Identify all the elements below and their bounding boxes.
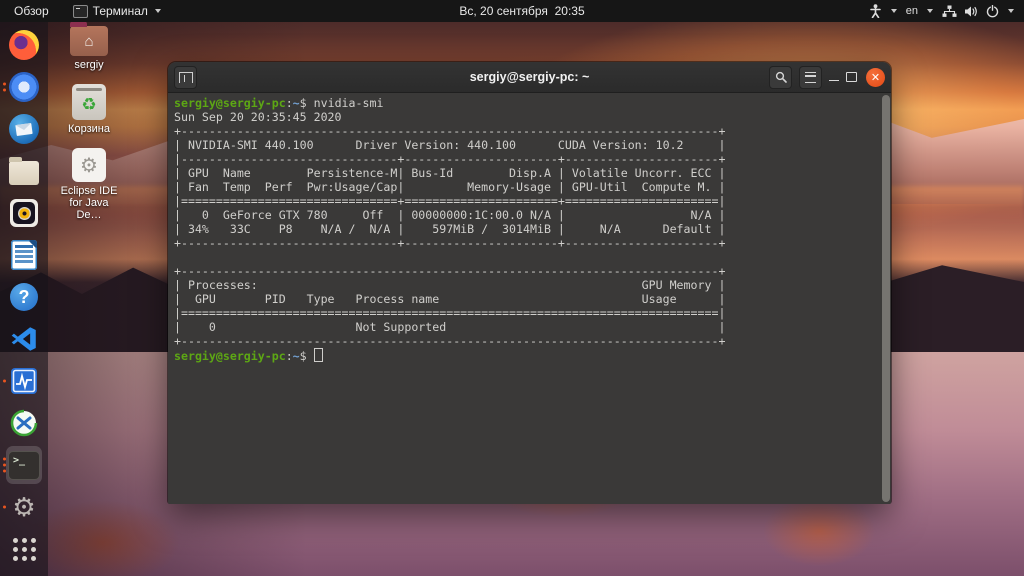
system-status-menu[interactable] (942, 5, 1014, 18)
close-icon: ✕ (871, 71, 880, 84)
network-icon (942, 5, 957, 18)
vscode-icon (10, 325, 38, 353)
monitor-wave-icon (10, 367, 38, 395)
close-button[interactable]: ✕ (866, 68, 885, 87)
running-indicator (3, 83, 6, 92)
home-folder-icon (70, 26, 108, 56)
dock-item-chromium[interactable] (2, 66, 46, 108)
terminal-mini-icon (73, 5, 88, 18)
language-menu[interactable]: en (906, 5, 933, 17)
terminal-output: sergiy@sergiy-pc:~$ nvidia-smi Sun Sep 2… (168, 93, 891, 363)
terminal-body[interactable]: sergiy@sergiy-pc:~$ nvidia-smi Sun Sep 2… (168, 93, 891, 504)
dock-item-help[interactable]: ? (2, 276, 46, 318)
app-menu-label: Терминал (93, 4, 148, 18)
dock-item-rhythmbox[interactable] (2, 192, 46, 234)
document-icon (11, 240, 37, 270)
desktop-icon-label: sergiy (58, 59, 120, 71)
search-icon (775, 71, 787, 83)
accessibility-menu[interactable] (869, 4, 897, 18)
scrollbar-thumb[interactable] (882, 95, 890, 502)
chevron-down-icon (927, 9, 933, 13)
thunderbird-icon (9, 114, 39, 144)
hamburger-icon (805, 72, 816, 83)
running-indicator (3, 458, 6, 473)
top-bar-right: en (869, 0, 1024, 22)
question-icon: ? (10, 283, 38, 311)
dock-item-media-app[interactable] (2, 402, 46, 444)
dock-item-system-monitor[interactable] (2, 360, 46, 402)
menu-button[interactable] (799, 66, 822, 89)
chromium-icon (9, 72, 39, 102)
accessibility-person-icon (869, 4, 882, 18)
desktop-icon-label: Eclipse IDE for Java De… (58, 185, 120, 221)
green-circle-x-icon (10, 409, 38, 437)
chevron-down-icon (1008, 9, 1014, 13)
desktop-icons: sergiy ♻ Корзина ⚙Eclipse IDE for Java De… (58, 26, 120, 234)
app-menu-button[interactable]: Терминал (63, 0, 171, 22)
search-button[interactable] (769, 66, 792, 89)
top-bar-left: Обзор Терминал (0, 0, 171, 22)
dock-item-show-applications[interactable] (2, 528, 46, 570)
terminal-cursor (314, 348, 323, 362)
dock-item-terminal[interactable]: >_ (2, 444, 46, 486)
running-indicator (3, 506, 6, 509)
desktop-icon-home[interactable]: sergiy (58, 26, 120, 71)
window-controls: ✕ (769, 66, 885, 89)
desktop-icon-trash[interactable]: ♻ Корзина (58, 84, 120, 135)
desktop-icon-eclipse[interactable]: ⚙Eclipse IDE for Java De… (58, 148, 120, 221)
app-grid-icon (13, 538, 36, 561)
new-tab-icon (179, 72, 193, 83)
dock: ? >_ ⚙ (0, 22, 48, 576)
chevron-down-icon (155, 9, 161, 13)
new-tab-button[interactable] (174, 66, 197, 89)
speaker-icon (10, 199, 38, 227)
clock-button[interactable]: Вс, 20 сентября 20:35 (459, 4, 584, 18)
running-indicator (3, 380, 6, 383)
top-bar: Обзор Терминал Вс, 20 сентября 20:35 en (0, 0, 1024, 22)
chevron-down-icon (891, 9, 897, 13)
language-label: en (906, 5, 918, 17)
window-titlebar[interactable]: sergiy@sergiy-pc: ~ ✕ (168, 62, 891, 93)
maximize-button[interactable] (846, 72, 857, 82)
dock-item-vscode[interactable] (2, 318, 46, 360)
trash-icon: ♻ (72, 84, 106, 120)
folder-icon (9, 161, 39, 185)
dock-item-settings[interactable]: ⚙ (2, 486, 46, 528)
dock-item-firefox[interactable] (2, 24, 46, 66)
dock-item-libreoffice-writer[interactable] (2, 234, 46, 276)
ubuntu-desktop: Обзор Терминал Вс, 20 сентября 20:35 en (0, 0, 1024, 576)
terminal-prompt-icon: >_ (8, 451, 40, 480)
dock-item-thunderbird[interactable] (2, 108, 46, 150)
terminal-scrollbar (882, 95, 890, 502)
firefox-icon (9, 30, 39, 60)
terminal-window[interactable]: sergiy@sergiy-pc: ~ ✕ sergiy@ (168, 62, 891, 503)
gear-icon: ⚙ (12, 494, 35, 520)
eclipse-icon: ⚙ (72, 148, 106, 182)
minimize-button[interactable] (829, 72, 839, 82)
volume-icon (964, 5, 979, 18)
activities-button[interactable]: Обзор (0, 0, 63, 22)
power-icon (986, 5, 999, 18)
dock-item-files[interactable] (2, 150, 46, 192)
desktop-icon-label: Корзина (58, 123, 120, 135)
